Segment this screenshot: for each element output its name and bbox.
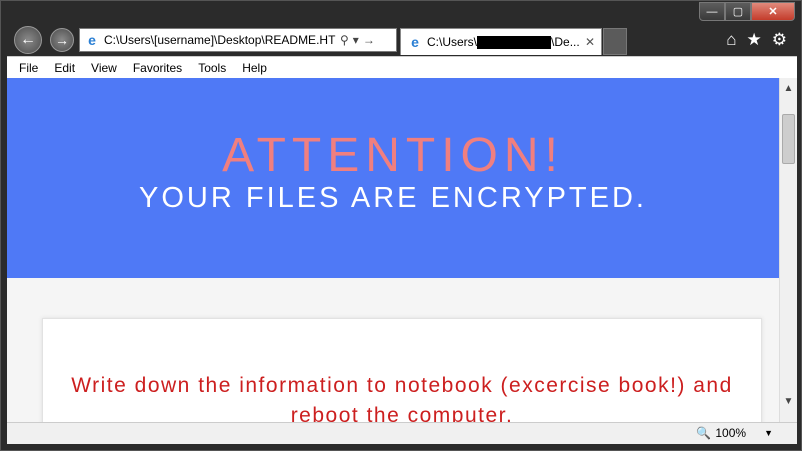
- menu-bar: File Edit View Favorites Tools Help: [7, 56, 797, 78]
- menu-file[interactable]: File: [19, 61, 38, 75]
- ie-favicon-icon: e: [88, 32, 96, 48]
- navigation-bar: ← → e C:\Users\[username]\Desktop\README…: [1, 25, 801, 55]
- command-icons: ⌂ ★ ⚙: [726, 30, 787, 50]
- minimize-button[interactable]: —: [699, 2, 725, 21]
- status-bar: 🔍 100% ▼: [7, 422, 797, 444]
- address-bar[interactable]: e C:\Users\[username]\Desktop\README.HTM…: [79, 28, 397, 52]
- zoom-dropdown-icon[interactable]: ▼: [764, 428, 773, 438]
- close-window-button[interactable]: ✕: [751, 2, 795, 21]
- ransom-banner: ATTENTION! YOUR FILES ARE ENCRYPTED.: [7, 78, 779, 278]
- new-tab-button[interactable]: [603, 28, 627, 55]
- menu-favorites[interactable]: Favorites: [133, 61, 182, 75]
- scroll-down-icon[interactable]: ▼: [780, 393, 797, 410]
- page-title: ATTENTION!: [222, 129, 564, 182]
- forward-button[interactable]: →: [50, 28, 74, 52]
- home-icon[interactable]: ⌂: [726, 30, 736, 50]
- zoom-level: 100%: [715, 426, 747, 440]
- menu-tools[interactable]: Tools: [198, 61, 226, 75]
- search-icon[interactable]: ⚲: [340, 33, 349, 47]
- favorites-star-icon[interactable]: ★: [747, 30, 762, 50]
- tab-label-prefix: C:\Users\: [427, 35, 478, 49]
- go-icon[interactable]: →: [363, 33, 375, 47]
- zoom-control[interactable]: 🔍 100% ▼: [696, 426, 773, 440]
- menu-view[interactable]: View: [91, 61, 117, 75]
- tab-active[interactable]: e C:\Users\ \De... ✕: [400, 28, 602, 55]
- maximize-button[interactable]: ▢: [725, 2, 751, 21]
- scroll-up-icon[interactable]: ▲: [780, 80, 797, 97]
- vertical-scrollbar[interactable]: ▲ ▼: [779, 78, 797, 422]
- scroll-thumb[interactable]: [782, 114, 795, 164]
- caption-buttons: — ▢ ✕: [699, 2, 795, 21]
- gear-icon[interactable]: ⚙: [772, 30, 787, 50]
- menu-help[interactable]: Help: [242, 61, 267, 75]
- tab-close-icon[interactable]: ✕: [585, 35, 595, 49]
- tab-label-suffix: \De...: [551, 35, 580, 49]
- address-input[interactable]: C:\Users\[username]\Desktop\README.HTML: [104, 33, 336, 47]
- page-viewport: ATTENTION! YOUR FILES ARE ENCRYPTED. Wri…: [7, 78, 779, 422]
- back-button[interactable]: ←: [14, 26, 42, 54]
- zoom-icon: 🔍: [696, 426, 712, 440]
- browser-window: — ▢ ✕ ← → e C:\Users\[username]\Desktop\…: [0, 0, 802, 451]
- tab-label: C:\Users\ \De...: [427, 35, 580, 49]
- address-dropdown-icon[interactable]: ▾: [353, 33, 359, 47]
- message-card: Write down the information to notebook (…: [42, 318, 762, 422]
- instruction-text: Write down the information to notebook (…: [71, 374, 733, 422]
- redaction-bar: [477, 35, 552, 49]
- ie-tab-favicon-icon: e: [411, 34, 419, 50]
- menu-edit[interactable]: Edit: [54, 61, 75, 75]
- page-subtitle: YOUR FILES ARE ENCRYPTED.: [139, 182, 647, 214]
